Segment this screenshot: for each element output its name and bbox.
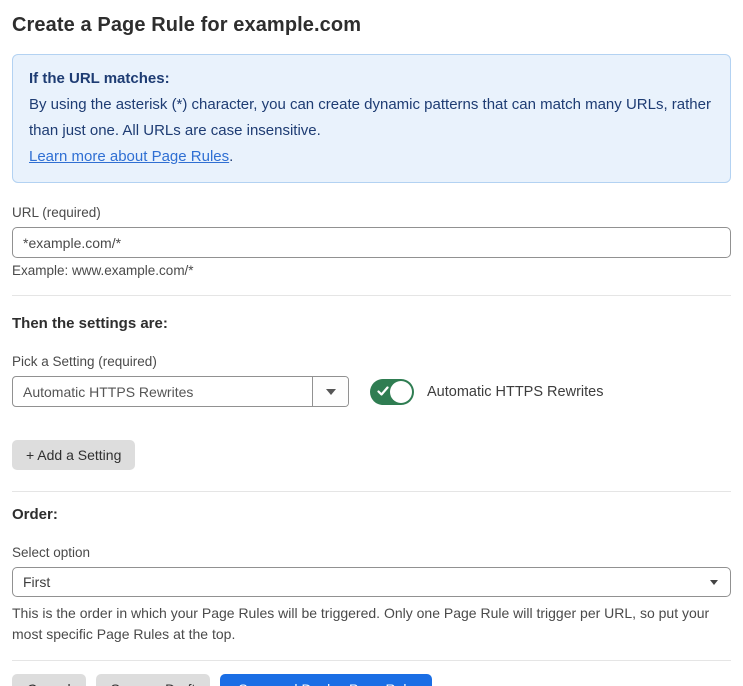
order-select-value: First [23, 574, 51, 590]
link-suffix: . [229, 148, 234, 165]
https-rewrites-toggle[interactable] [370, 378, 414, 405]
url-matches-info-box: If the URL matches: By using the asteris… [12, 54, 731, 183]
settings-section-heading: Then the settings are: [12, 315, 168, 332]
setting-picker-row: Automatic HTTPS Rewrites Automatic HTTPS… [12, 376, 731, 407]
divider [12, 660, 731, 661]
add-setting-button[interactable]: + Add a Setting [12, 440, 136, 470]
create-page-rule-form: Create a Page Rule for example.com If th… [0, 0, 743, 686]
setting-select-arrow-button[interactable] [312, 377, 348, 406]
chevron-down-icon [325, 388, 336, 395]
info-box-heading: If the URL matches: [29, 70, 170, 87]
order-select-label: Select option [12, 545, 91, 560]
divider [12, 295, 731, 296]
order-help-text: This is the order in which your Page Rul… [12, 605, 710, 642]
order-section-heading: Order: [12, 506, 58, 523]
page-title: Create a Page Rule for example.com [12, 14, 362, 36]
cancel-button[interactable]: Cancel [12, 674, 86, 686]
setting-select-value: Automatic HTTPS Rewrites [23, 383, 194, 400]
divider [12, 491, 731, 492]
info-box-body-text: By using the asterisk (*) character, you… [29, 96, 711, 139]
url-input[interactable] [12, 227, 731, 258]
learn-more-link[interactable]: Learn more about Page Rules [29, 148, 229, 165]
chevron-down-icon [710, 579, 718, 585]
check-icon [377, 385, 389, 396]
url-field-hint: Example: www.example.com/* [12, 263, 194, 278]
toggle-label: Automatic HTTPS Rewrites [427, 383, 604, 400]
pick-setting-label: Pick a Setting (required) [12, 354, 157, 369]
order-select[interactable]: First [12, 567, 731, 597]
save-and-deploy-button[interactable]: Save and Deploy Page Rule [220, 674, 433, 686]
setting-select[interactable]: Automatic HTTPS Rewrites [12, 376, 349, 407]
footer-actions: Cancel Save as Draft Save and Deploy Pag… [12, 674, 731, 686]
toggle-knob [390, 380, 412, 403]
info-box-body: By using the asterisk (*) character, you… [29, 92, 714, 170]
save-as-draft-button[interactable]: Save as Draft [95, 674, 211, 686]
url-field-label: URL (required) [12, 205, 101, 220]
